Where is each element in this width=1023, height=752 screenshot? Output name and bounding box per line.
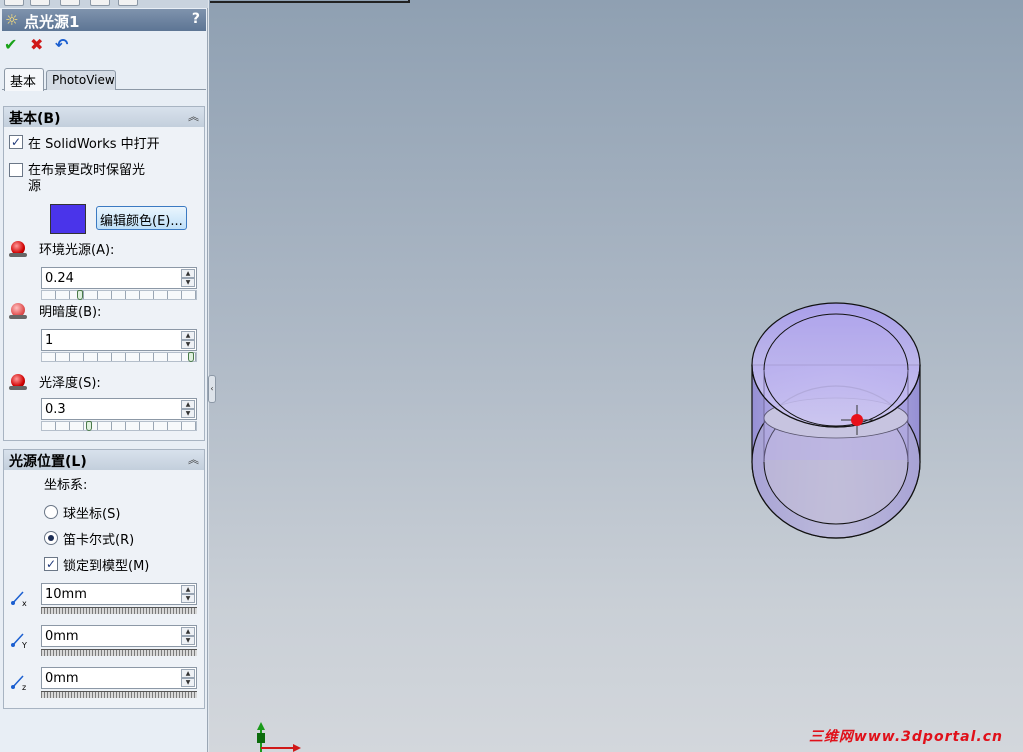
open-in-solidworks-checkbox[interactable]: ✓: [9, 135, 23, 149]
brightness-slider-thumb[interactable]: [188, 352, 194, 362]
brightness-label: 明暗度(B):: [39, 305, 102, 320]
spherical-label: 球坐标(S): [63, 507, 121, 522]
y-coordinate-spinbox[interactable]: 0mm ▲ ▼: [41, 625, 197, 647]
panel-title: 点光源1: [24, 13, 80, 31]
specularity-spinbox[interactable]: 0.3 ▲ ▼: [41, 398, 197, 420]
ambient-spin-arrows[interactable]: ▲ ▼: [181, 269, 195, 287]
keep-on-scene-change-checkbox[interactable]: [9, 163, 23, 177]
y-coordinate-icon: Y: [9, 628, 31, 650]
cartesian-label: 笛卡尔式(R): [63, 533, 135, 548]
light-position-group-title: 光源位置(L): [9, 454, 87, 470]
z-coordinate-value: 0mm: [45, 671, 79, 686]
x-coordinate-value: 10mm: [45, 587, 87, 602]
spherical-radio[interactable]: [44, 505, 58, 519]
specularity-slider-thumb[interactable]: [86, 421, 92, 431]
y-spin-arrows[interactable]: ▲ ▼: [181, 627, 195, 645]
property-manager-tab[interactable]: [30, 0, 50, 6]
z-coordinate-icon: z: [9, 670, 31, 692]
cancel-button[interactable]: ✖: [30, 36, 43, 54]
svg-text:z: z: [22, 683, 26, 692]
brightness-spinbox[interactable]: 1 ▲ ▼: [41, 329, 197, 351]
specularity-bulb-icon: [9, 374, 27, 390]
undo-button[interactable]: ↶: [55, 36, 68, 54]
basic-group-header[interactable]: 基本(B) ︽: [4, 107, 204, 127]
point-light-icon: ☼: [5, 11, 19, 29]
x-coordinate-icon: x: [9, 586, 31, 608]
svg-text:Y: Y: [21, 641, 27, 650]
cartesian-radio[interactable]: [44, 531, 58, 545]
brightness-slider[interactable]: [41, 352, 197, 362]
y-coordinate-thumbwheel[interactable]: [41, 649, 197, 656]
specularity-value: 0.3: [45, 402, 66, 417]
y-coordinate-value: 0mm: [45, 629, 79, 644]
panel-title-bar: ☼ 点光源1 ?: [2, 9, 206, 31]
light-color-swatch: [50, 204, 86, 234]
manager-tab-strip: [0, 0, 208, 8]
ambient-value: 0.24: [45, 271, 74, 286]
ambient-slider[interactable]: [41, 290, 197, 300]
specularity-slider[interactable]: [41, 421, 197, 431]
chevron-up-icon[interactable]: ︽: [188, 108, 199, 124]
coordinate-system-label: 坐标系:: [44, 478, 88, 493]
cylinder-model[interactable]: [751, 302, 921, 539]
keep-on-scene-change-label-1: 在布景更改时保留光: [28, 163, 146, 178]
svg-text:x: x: [22, 599, 27, 608]
dim-expert-tab[interactable]: [90, 0, 110, 6]
basic-group: 基本(B) ︽ ✓ 在 SolidWorks 中打开 在布景更改时保留光 源 编…: [3, 106, 205, 441]
z-spin-arrows[interactable]: ▲ ▼: [181, 669, 195, 687]
ambient-label: 环境光源(A):: [39, 243, 115, 258]
brightness-bulb-icon: [9, 303, 27, 319]
model-canvas[interactable]: [209, 0, 1023, 752]
chevron-up-icon[interactable]: ︽: [188, 451, 199, 467]
z-coordinate-spinbox[interactable]: 0mm ▲ ▼: [41, 667, 197, 689]
ambient-slider-thumb[interactable]: [77, 290, 83, 300]
brightness-spin-arrows[interactable]: ▲ ▼: [181, 331, 195, 349]
x-coordinate-thumbwheel[interactable]: [41, 607, 197, 614]
help-button[interactable]: ?: [192, 11, 200, 27]
light-position-group: 光源位置(L) ︽ 坐标系: 球坐标(S) 笛卡尔式(R) ✓ 锁定到模型(M)…: [3, 449, 205, 709]
watermark-text: 三维网www.3dportal.cn: [808, 729, 1003, 745]
brightness-value: 1: [45, 333, 54, 348]
property-manager: ☼ 点光源1 ? ✔ ✖ ↶ 基本 PhotoView 基本(B) ︽ ✓ 在 …: [0, 0, 208, 752]
panel-splitter-grip[interactable]: ‹: [208, 375, 216, 403]
light-position-group-header[interactable]: 光源位置(L) ︽: [4, 450, 204, 470]
configuration-manager-tab[interactable]: [60, 0, 80, 6]
feature-manager-tab[interactable]: [4, 0, 24, 6]
specularity-spin-arrows[interactable]: ▲ ▼: [181, 400, 195, 418]
specularity-label: 光泽度(S):: [39, 376, 101, 391]
lock-to-model-label: 锁定到模型(M): [63, 559, 150, 574]
ok-button[interactable]: ✔: [4, 36, 17, 54]
open-in-solidworks-label: 在 SolidWorks 中打开: [28, 137, 160, 152]
edit-color-button[interactable]: 编辑颜色(E)...: [96, 206, 187, 230]
ambient-spinbox[interactable]: 0.24 ▲ ▼: [41, 267, 197, 289]
z-coordinate-thumbwheel[interactable]: [41, 691, 197, 698]
x-coordinate-spinbox[interactable]: 10mm ▲ ▼: [41, 583, 197, 605]
basic-group-title: 基本(B): [9, 111, 61, 127]
keep-on-scene-change-label-2: 源: [28, 179, 42, 194]
viewport-toolbar-edge: [210, 0, 410, 3]
display-manager-tab[interactable]: [118, 0, 138, 6]
tab-photoview[interactable]: PhotoView: [46, 70, 116, 90]
tab-basic[interactable]: 基本: [4, 68, 44, 91]
x-spin-arrows[interactable]: ▲ ▼: [181, 585, 195, 603]
panel-tabs: 基本 PhotoView: [2, 68, 206, 91]
ambient-light-bulb-icon: [9, 241, 27, 257]
lock-to-model-checkbox[interactable]: ✓: [44, 557, 58, 571]
coordinate-triad: [257, 722, 301, 752]
graphics-area[interactable]: [209, 0, 1023, 752]
